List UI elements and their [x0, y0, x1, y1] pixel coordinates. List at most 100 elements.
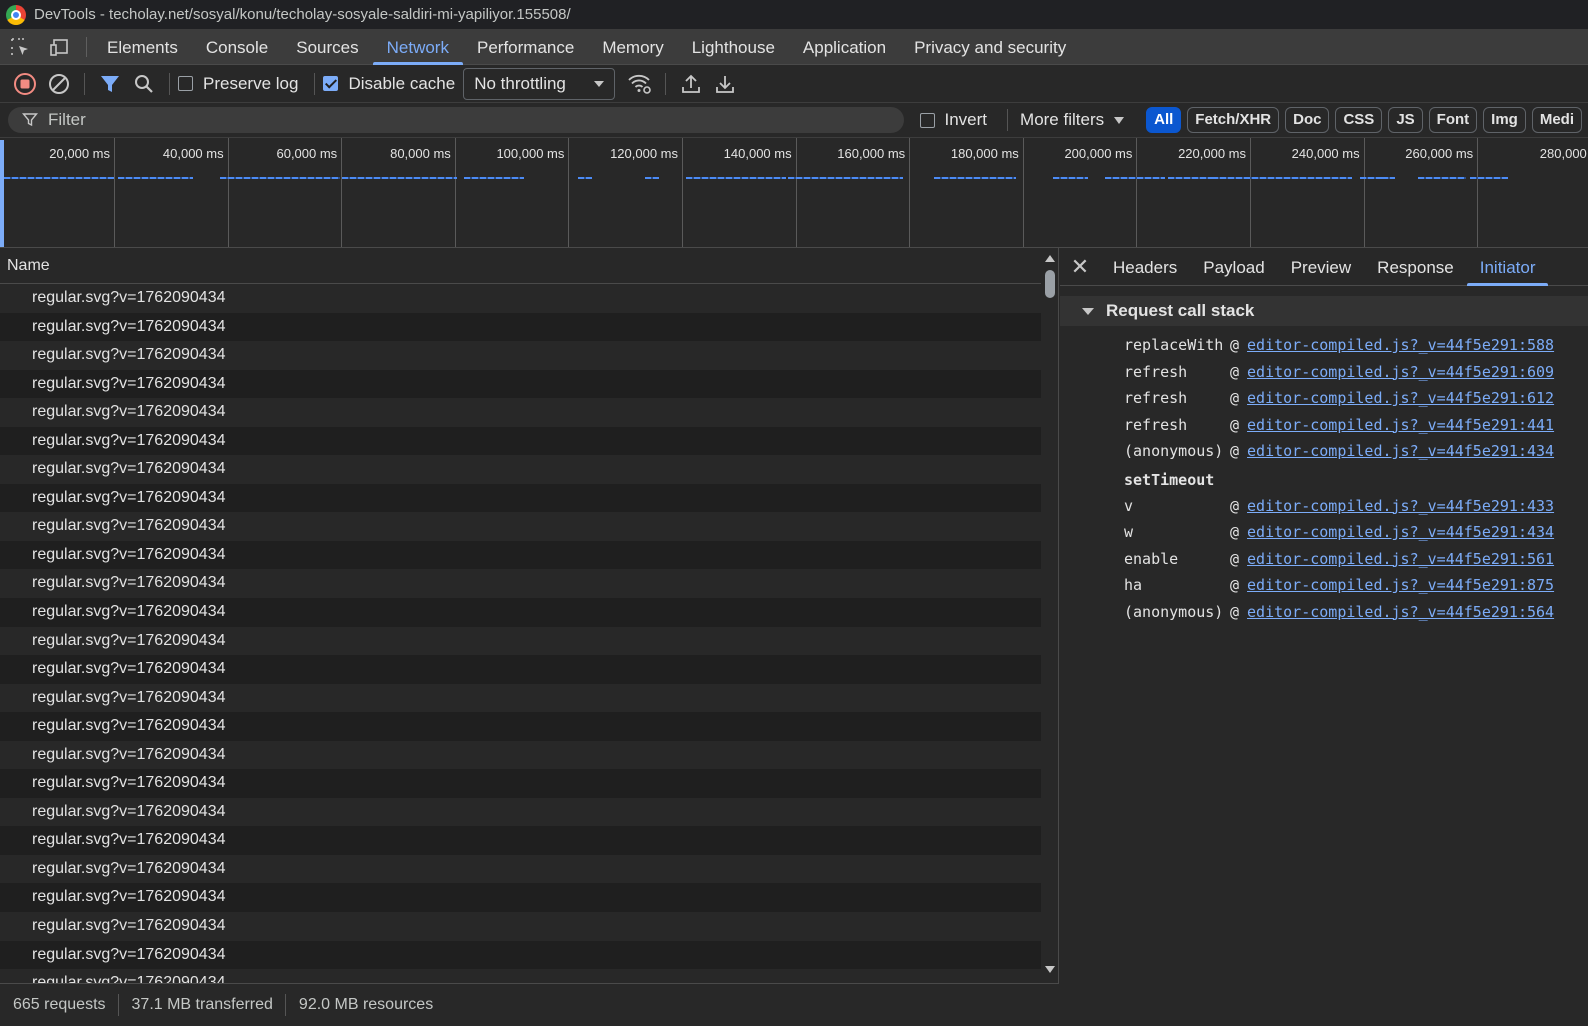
request-row[interactable]: regular.svg?v=1762090434: [0, 426, 1041, 456]
request-row[interactable]: regular.svg?v=1762090434: [0, 341, 1041, 370]
tab-elements[interactable]: Elements: [93, 29, 192, 65]
close-icon[interactable]: ✕: [1060, 248, 1100, 286]
type-filter-all[interactable]: All: [1146, 107, 1182, 133]
frame-source-link[interactable]: editor-compiled.js?_v=44f5e291:434: [1247, 519, 1554, 546]
timeline-tick-label: 160,000 ms: [837, 146, 906, 161]
request-row[interactable]: regular.svg?v=1762090434: [0, 312, 1041, 342]
tab-response[interactable]: Response: [1364, 248, 1467, 286]
window-titlebar: DevTools - techolay.net/sosyal/konu/tech…: [0, 0, 1588, 29]
request-row[interactable]: regular.svg?v=1762090434: [0, 626, 1041, 656]
frame-source-link[interactable]: editor-compiled.js?_v=44f5e291:434: [1247, 438, 1554, 465]
frame-at-sign: @: [1230, 442, 1240, 460]
tab-payload[interactable]: Payload: [1190, 248, 1277, 286]
throttling-select[interactable]: No throttling: [463, 67, 616, 100]
request-row[interactable]: regular.svg?v=1762090434: [0, 712, 1041, 741]
frame-source-link[interactable]: editor-compiled.js?_v=44f5e291:433: [1247, 493, 1554, 520]
tab-console[interactable]: Console: [192, 29, 282, 65]
scroll-up-arrow-icon[interactable]: [1045, 255, 1055, 262]
request-row[interactable]: regular.svg?v=1762090434: [0, 655, 1041, 684]
device-toolbar-icon[interactable]: [40, 29, 80, 65]
request-call-stack-header[interactable]: Request call stack: [1060, 296, 1588, 326]
request-row[interactable]: regular.svg?v=1762090434: [0, 369, 1041, 399]
more-filters-dropdown[interactable]: More filters: [1020, 110, 1125, 130]
invert-label: Invert: [944, 110, 988, 129]
request-row[interactable]: regular.svg?v=1762090434: [0, 797, 1041, 827]
request-row[interactable]: regular.svg?v=1762090434: [0, 455, 1041, 484]
type-filter-media[interactable]: Medi: [1531, 107, 1582, 133]
column-header-name[interactable]: Name: [0, 248, 1058, 284]
timeline-tick-label: 180,000 ms: [950, 146, 1019, 161]
type-filter-js[interactable]: JS: [1388, 107, 1423, 133]
type-filter-img[interactable]: Img: [1483, 107, 1526, 133]
frame-source-link[interactable]: editor-compiled.js?_v=44f5e291:612: [1247, 385, 1554, 412]
request-row[interactable]: regular.svg?v=1762090434: [0, 883, 1041, 913]
frame-source-link[interactable]: editor-compiled.js?_v=44f5e291:588: [1247, 332, 1554, 359]
request-row[interactable]: regular.svg?v=1762090434: [0, 912, 1041, 941]
timeline-overview[interactable]: 20,000 ms 40,000 ms 60,000 ms 80,000 ms 100,…: [0, 137, 1588, 248]
request-row[interactable]: regular.svg?v=1762090434: [0, 969, 1041, 983]
request-row[interactable]: regular.svg?v=1762090434: [0, 483, 1041, 513]
search-icon[interactable]: [127, 67, 161, 101]
preserve-log-box[interactable]: [178, 76, 193, 91]
request-row[interactable]: regular.svg?v=1762090434: [0, 512, 1041, 541]
stop-recording-button[interactable]: [8, 67, 42, 101]
tab-privacy-and-security[interactable]: Privacy and security: [900, 29, 1080, 65]
import-har-icon[interactable]: [674, 67, 708, 101]
tab-network[interactable]: Network: [372, 29, 464, 65]
request-row[interactable]: regular.svg?v=1762090434: [0, 598, 1041, 627]
preserve-log-checkbox[interactable]: Preserve log: [178, 74, 298, 94]
tab-headers[interactable]: Headers: [1100, 248, 1190, 286]
type-filter-fetch-xhr[interactable]: Fetch/XHR: [1187, 107, 1280, 133]
inspect-element-icon[interactable]: [0, 29, 40, 65]
stack-frame: refresh @ editor-compiled.js?_v=44f5e291:4…: [1124, 412, 1588, 439]
sync-frames: replaceWith @ editor-compiled.js?_v=44f5e2…: [1124, 332, 1588, 465]
request-row[interactable]: regular.svg?v=1762090434: [0, 398, 1041, 427]
type-filter-css[interactable]: CSS: [1335, 107, 1383, 133]
request-row[interactable]: regular.svg?v=1762090434: [0, 854, 1041, 884]
request-row[interactable]: regular.svg?v=1762090434: [0, 569, 1041, 599]
request-row[interactable]: regular.svg?v=1762090434: [0, 940, 1041, 970]
request-row[interactable]: regular.svg?v=1762090434: [0, 769, 1041, 798]
timeline-gridline: [1477, 138, 1479, 247]
frame-source-link[interactable]: editor-compiled.js?_v=44f5e291:564: [1247, 599, 1554, 626]
frame-source-link[interactable]: editor-compiled.js?_v=44f5e291:561: [1247, 546, 1554, 573]
network-conditions-icon[interactable]: [623, 67, 657, 101]
frame-at-sign: @: [1230, 523, 1240, 541]
timeline-gridline: [1136, 138, 1138, 247]
tab-preview[interactable]: Preview: [1278, 248, 1364, 286]
request-list-scrollbar[interactable]: [1041, 248, 1058, 983]
frame-function-name: refresh: [1124, 362, 1188, 381]
tab-memory[interactable]: Memory: [588, 29, 677, 65]
request-count: 665 requests: [13, 996, 106, 1013]
request-row[interactable]: regular.svg?v=1762090434: [0, 826, 1041, 855]
tab-initiator[interactable]: Initiator: [1466, 248, 1549, 286]
timeline-tick-label: 40,000 ms: [162, 146, 224, 161]
filter-funnel-icon[interactable]: [93, 67, 127, 101]
export-har-icon[interactable]: [708, 67, 742, 101]
frame-source-link[interactable]: editor-compiled.js?_v=44f5e291:609: [1247, 359, 1554, 386]
type-filter-font[interactable]: Font: [1428, 107, 1478, 133]
disable-cache-box[interactable]: [323, 76, 339, 91]
tab-sources[interactable]: Sources: [282, 29, 372, 65]
request-rows: regular.svg?v=1762090434 regular.svg?v=17…: [0, 284, 1041, 983]
tab-application[interactable]: Application: [789, 29, 900, 65]
scrollbar-thumb[interactable]: [1045, 270, 1055, 298]
request-row[interactable]: regular.svg?v=1762090434: [0, 540, 1041, 570]
frame-source-link[interactable]: editor-compiled.js?_v=44f5e291:441: [1247, 412, 1554, 439]
request-row[interactable]: regular.svg?v=1762090434: [0, 740, 1041, 770]
request-details-panel: ✕ Headers Payload Preview Response Initi…: [1060, 248, 1588, 1026]
scroll-down-arrow-icon[interactable]: [1045, 966, 1055, 973]
invert-checkbox[interactable]: Invert: [919, 110, 988, 130]
clear-icon[interactable]: [42, 67, 76, 101]
request-row[interactable]: regular.svg?v=1762090434: [0, 683, 1041, 713]
tab-performance[interactable]: Performance: [463, 29, 588, 65]
request-row[interactable]: regular.svg?v=1762090434: [0, 284, 1041, 313]
frame-source-link[interactable]: editor-compiled.js?_v=44f5e291:875: [1247, 572, 1554, 599]
disable-cache-checkbox[interactable]: Disable cache: [323, 74, 455, 94]
type-filter-doc[interactable]: Doc: [1285, 107, 1330, 133]
tab-lighthouse[interactable]: Lighthouse: [678, 29, 789, 65]
timeline-tick-label: 200,000 ms: [1064, 146, 1133, 161]
timeline-activity-bar: [934, 177, 1016, 179]
invert-box[interactable]: [919, 112, 935, 128]
filter-input[interactable]: Filter: [8, 107, 904, 133]
